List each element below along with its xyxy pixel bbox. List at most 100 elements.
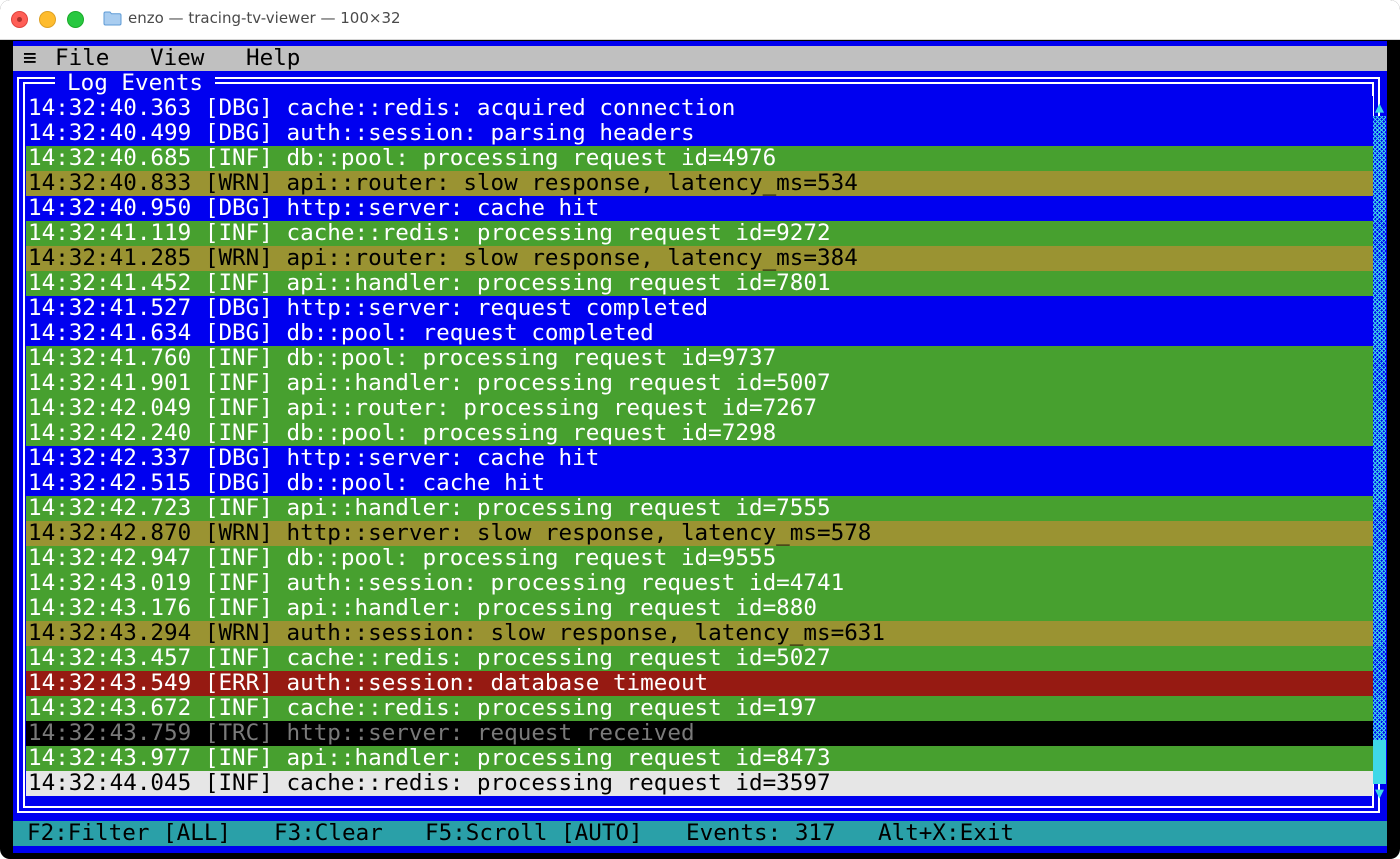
minimize-window-button[interactable] bbox=[39, 11, 56, 28]
log-row[interactable]: 14:32:40.499 [DBG] auth::session: parsin… bbox=[26, 121, 1373, 146]
log-row[interactable]: 14:32:41.285 [WRN] api::router: slow res… bbox=[26, 246, 1373, 271]
log-level: WRN bbox=[218, 620, 260, 646]
scrollbar-track[interactable] bbox=[1373, 116, 1386, 784]
menu-view[interactable]: View bbox=[150, 46, 204, 71]
log-row[interactable]: 14:32:43.294 [WRN] auth::session: slow r… bbox=[26, 621, 1373, 646]
log-message: auth::session: slow response, latency_ms… bbox=[286, 620, 885, 646]
log-row[interactable]: 14:32:40.950 [DBG] http::server: cache h… bbox=[26, 196, 1373, 221]
log-message: cache::redis: processing request id=197 bbox=[286, 695, 817, 721]
log-row[interactable]: 14:32:43.759 [TRC] http::server: request… bbox=[26, 721, 1373, 746]
log-row[interactable]: 14:32:40.363 [DBG] cache::redis: acquire… bbox=[26, 96, 1373, 121]
log-level-bracket: [ bbox=[191, 95, 219, 121]
log-level-bracket: ] bbox=[259, 470, 287, 496]
log-row[interactable]: 14:32:43.019 [INF] auth::session: proces… bbox=[26, 571, 1373, 596]
log-level-bracket: [ bbox=[191, 720, 219, 746]
log-message: http::server: request received bbox=[286, 720, 695, 746]
log-row[interactable]: 14:32:40.833 [WRN] api::router: slow res… bbox=[26, 171, 1373, 196]
log-row[interactable]: 14:32:42.723 [INF] api::handler: process… bbox=[26, 496, 1373, 521]
log-row[interactable]: 14:32:43.549 [ERR] auth::session: databa… bbox=[26, 671, 1373, 696]
log-level-bracket: ] bbox=[259, 295, 287, 321]
log-level-bracket: [ bbox=[191, 295, 219, 321]
log-timestamp: 14:32:43.672 bbox=[28, 695, 192, 721]
log-row[interactable]: 14:32:41.634 [DBG] db::pool: request com… bbox=[26, 321, 1373, 346]
log-message: db::pool: processing request id=9555 bbox=[286, 545, 777, 571]
menu-help[interactable]: Help bbox=[246, 46, 300, 71]
log-panel-title: Log Events bbox=[55, 71, 216, 96]
log-row[interactable]: 14:32:41.901 [INF] api::handler: process… bbox=[26, 371, 1373, 396]
log-message: auth::session: database timeout bbox=[286, 670, 709, 696]
log-level: INF bbox=[218, 145, 260, 171]
log-timestamp: 14:32:43.759 bbox=[28, 720, 192, 746]
log-row[interactable]: 14:32:42.240 [INF] db::pool: processing … bbox=[26, 421, 1373, 446]
log-timestamp: 14:32:43.457 bbox=[28, 645, 192, 671]
log-level-bracket: [ bbox=[191, 695, 219, 721]
log-level: INF bbox=[218, 645, 260, 671]
log-timestamp: 14:32:41.760 bbox=[28, 345, 192, 371]
scroll-up-arrow-icon[interactable]: ▲ bbox=[1373, 100, 1386, 115]
log-level: DBG bbox=[218, 445, 260, 471]
log-level: INF bbox=[218, 570, 260, 596]
log-timestamp: 14:32:41.901 bbox=[28, 370, 192, 396]
log-level: DBG bbox=[218, 320, 260, 346]
log-timestamp: 14:32:42.049 bbox=[28, 395, 192, 421]
log-event-list[interactable]: 14:32:40.363 [DBG] cache::redis: acquire… bbox=[26, 96, 1373, 796]
log-level-bracket: [ bbox=[191, 195, 219, 221]
log-level: INF bbox=[218, 745, 260, 771]
zoom-window-button[interactable] bbox=[67, 11, 84, 28]
status-exit-key[interactable]: Alt+X:Exit bbox=[878, 821, 1014, 846]
status-scroll-key[interactable]: F5:Scroll [AUTO] bbox=[425, 821, 643, 846]
log-level-bracket: ] bbox=[259, 670, 287, 696]
log-level-bracket: [ bbox=[191, 770, 219, 796]
terminal-window: enzo — tracing-tv-viewer — 100×32 ≡ File… bbox=[0, 0, 1400, 859]
log-message: db::pool: processing request id=9737 bbox=[286, 345, 777, 371]
scrollbar-thumb[interactable] bbox=[1373, 740, 1386, 784]
log-level-bracket: ] bbox=[259, 245, 287, 271]
title-bar: enzo — tracing-tv-viewer — 100×32 bbox=[0, 0, 1400, 40]
log-row[interactable]: 14:32:42.515 [DBG] db::pool: cache hit bbox=[26, 471, 1373, 496]
log-row[interactable]: 14:32:41.527 [DBG] http::server: request… bbox=[26, 296, 1373, 321]
tui-screen: ≡ File View Help Log Events 14:32:40.363… bbox=[13, 41, 1387, 853]
log-level: WRN bbox=[218, 170, 260, 196]
log-level-bracket: ] bbox=[259, 620, 287, 646]
log-message: api::handler: processing request id=7555 bbox=[286, 495, 831, 521]
log-timestamp: 14:32:41.452 bbox=[28, 270, 192, 296]
log-level-bracket: ] bbox=[259, 120, 287, 146]
log-row[interactable]: 14:32:41.760 [INF] db::pool: processing … bbox=[26, 346, 1373, 371]
log-row[interactable]: 14:32:42.870 [WRN] http::server: slow re… bbox=[26, 521, 1373, 546]
log-message: api::router: slow response, latency_ms=5… bbox=[286, 170, 858, 196]
status-filter-key[interactable]: F2:Filter [ALL] bbox=[27, 821, 231, 846]
log-row[interactable]: 14:32:41.119 [INF] cache::redis: process… bbox=[26, 221, 1373, 246]
log-level-bracket: [ bbox=[191, 520, 219, 546]
scroll-down-arrow-icon[interactable]: ▼ bbox=[1373, 786, 1386, 801]
log-timestamp: 14:32:42.947 bbox=[28, 545, 192, 571]
log-timestamp: 14:32:42.240 bbox=[28, 420, 192, 446]
log-level-bracket: ] bbox=[259, 145, 287, 171]
log-level-bracket: ] bbox=[259, 720, 287, 746]
log-message: cache::redis: processing request id=5027 bbox=[286, 645, 831, 671]
log-row[interactable]: 14:32:43.672 [INF] cache::redis: process… bbox=[26, 696, 1373, 721]
log-level-bracket: [ bbox=[191, 170, 219, 196]
log-row[interactable]: 14:32:43.457 [INF] cache::redis: process… bbox=[26, 646, 1373, 671]
log-level-bracket: ] bbox=[259, 420, 287, 446]
log-level: DBG bbox=[218, 95, 260, 121]
log-scrollbar[interactable]: ▲ ▼ bbox=[1373, 100, 1386, 801]
log-level: DBG bbox=[218, 120, 260, 146]
log-row[interactable]: 14:32:42.337 [DBG] http::server: cache h… bbox=[26, 446, 1373, 471]
close-window-button[interactable] bbox=[11, 11, 28, 28]
log-level: INF bbox=[218, 395, 260, 421]
log-timestamp: 14:32:42.337 bbox=[28, 445, 192, 471]
hamburger-menu-icon[interactable]: ≡ bbox=[23, 46, 37, 71]
log-row[interactable]: 14:32:42.049 [INF] api::router: processi… bbox=[26, 396, 1373, 421]
log-row[interactable]: 14:32:44.045 [INF] cache::redis: process… bbox=[26, 771, 1373, 796]
log-row[interactable]: 14:32:43.977 [INF] api::handler: process… bbox=[26, 746, 1373, 771]
log-row[interactable]: 14:32:40.685 [INF] db::pool: processing … bbox=[26, 146, 1373, 171]
log-timestamp: 14:32:43.294 bbox=[28, 620, 192, 646]
menu-file[interactable]: File bbox=[55, 46, 109, 71]
log-level-bracket: ] bbox=[259, 445, 287, 471]
status-clear-key[interactable]: F3:Clear bbox=[274, 821, 383, 846]
log-row[interactable]: 14:32:43.176 [INF] api::handler: process… bbox=[26, 596, 1373, 621]
log-row[interactable]: 14:32:41.452 [INF] api::handler: process… bbox=[26, 271, 1373, 296]
log-timestamp: 14:32:42.515 bbox=[28, 470, 192, 496]
log-level: INF bbox=[218, 770, 260, 796]
log-row[interactable]: 14:32:42.947 [INF] db::pool: processing … bbox=[26, 546, 1373, 571]
